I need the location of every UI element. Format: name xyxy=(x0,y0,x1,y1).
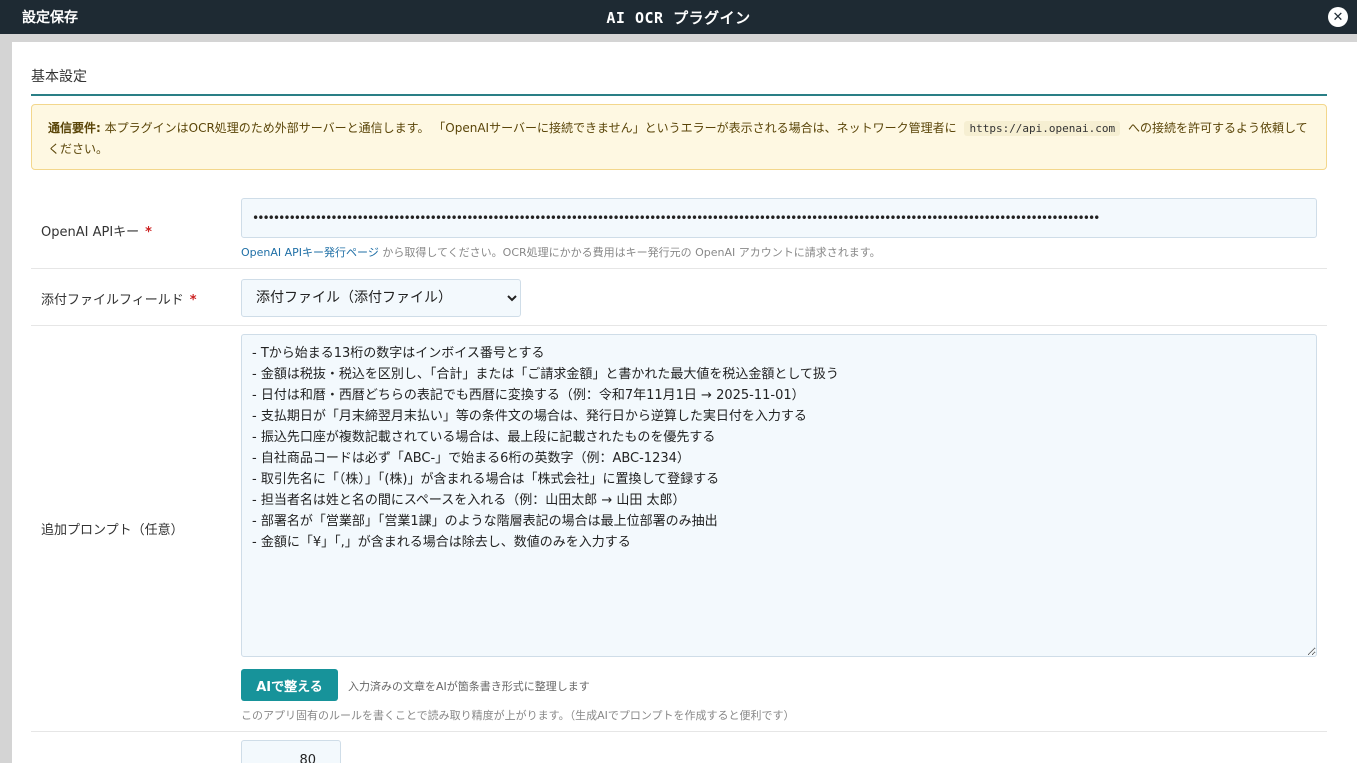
row-divider xyxy=(31,325,1327,326)
row-divider xyxy=(31,268,1327,269)
attachment-field-select[interactable]: 添付ファイル（添付ファイル） xyxy=(241,279,521,317)
notice-url: https://api.openai.com xyxy=(964,121,1121,136)
api-key-help: OpenAI APIキー発行ページ から取得してください。OCR処理にかかる費用… xyxy=(241,244,881,260)
api-key-label-text: OpenAI APIキー xyxy=(41,225,140,240)
additional-prompt-textarea[interactable]: - Tから始まる13桁の数字はインボイス番号とする - 金額は税抜・税込を区別し… xyxy=(241,334,1317,657)
notice-text: 本プラグインはOCR処理のため外部サーバーと通信します。 「OpenAIサーバー… xyxy=(104,121,957,135)
number-input[interactable] xyxy=(241,740,341,763)
required-mark: * xyxy=(145,225,152,240)
required-mark: * xyxy=(189,293,197,308)
notice-box: 通信要件: 本プラグインはOCR処理のため外部サーバーと通信します。 「Open… xyxy=(31,104,1327,170)
app-title: AI OCR プラグイン xyxy=(606,8,751,27)
top-bar: 設定保存 AI OCR プラグイン ✕ xyxy=(0,0,1357,34)
section-divider xyxy=(31,94,1327,96)
ai-format-button[interactable]: AIで整える xyxy=(241,669,338,701)
ai-format-description: 入力済みの文章をAIが箇条書き形式に整理します xyxy=(348,680,590,693)
row-divider xyxy=(31,731,1327,732)
api-key-issue-link[interactable]: OpenAI APIキー発行ページ xyxy=(241,246,379,259)
api-key-input[interactable] xyxy=(241,198,1317,238)
api-key-label: OpenAI APIキー * xyxy=(41,221,152,240)
api-key-help-text: から取得してください。OCR処理にかかる費用はキー発行元の OpenAI アカウ… xyxy=(378,246,881,259)
additional-prompt-label: 追加プロンプト（任意） xyxy=(41,523,184,538)
section-title: 基本設定 xyxy=(31,69,87,85)
attachment-label-text: 添付ファイルフィールド xyxy=(41,293,184,308)
attachment-field-label: 添付ファイルフィールド * xyxy=(41,289,197,308)
prompt-help: このアプリ固有のルールを書くことで読み取り精度が上がります。（生成AIでプロンプ… xyxy=(241,709,795,722)
settings-panel: 基本設定 通信要件: 本プラグインはOCR処理のため外部サーバーと通信します。 … xyxy=(12,42,1357,763)
close-icon[interactable]: ✕ xyxy=(1328,7,1348,27)
save-settings-button[interactable]: 設定保存 xyxy=(22,0,78,34)
notice-label: 通信要件: xyxy=(48,121,101,135)
